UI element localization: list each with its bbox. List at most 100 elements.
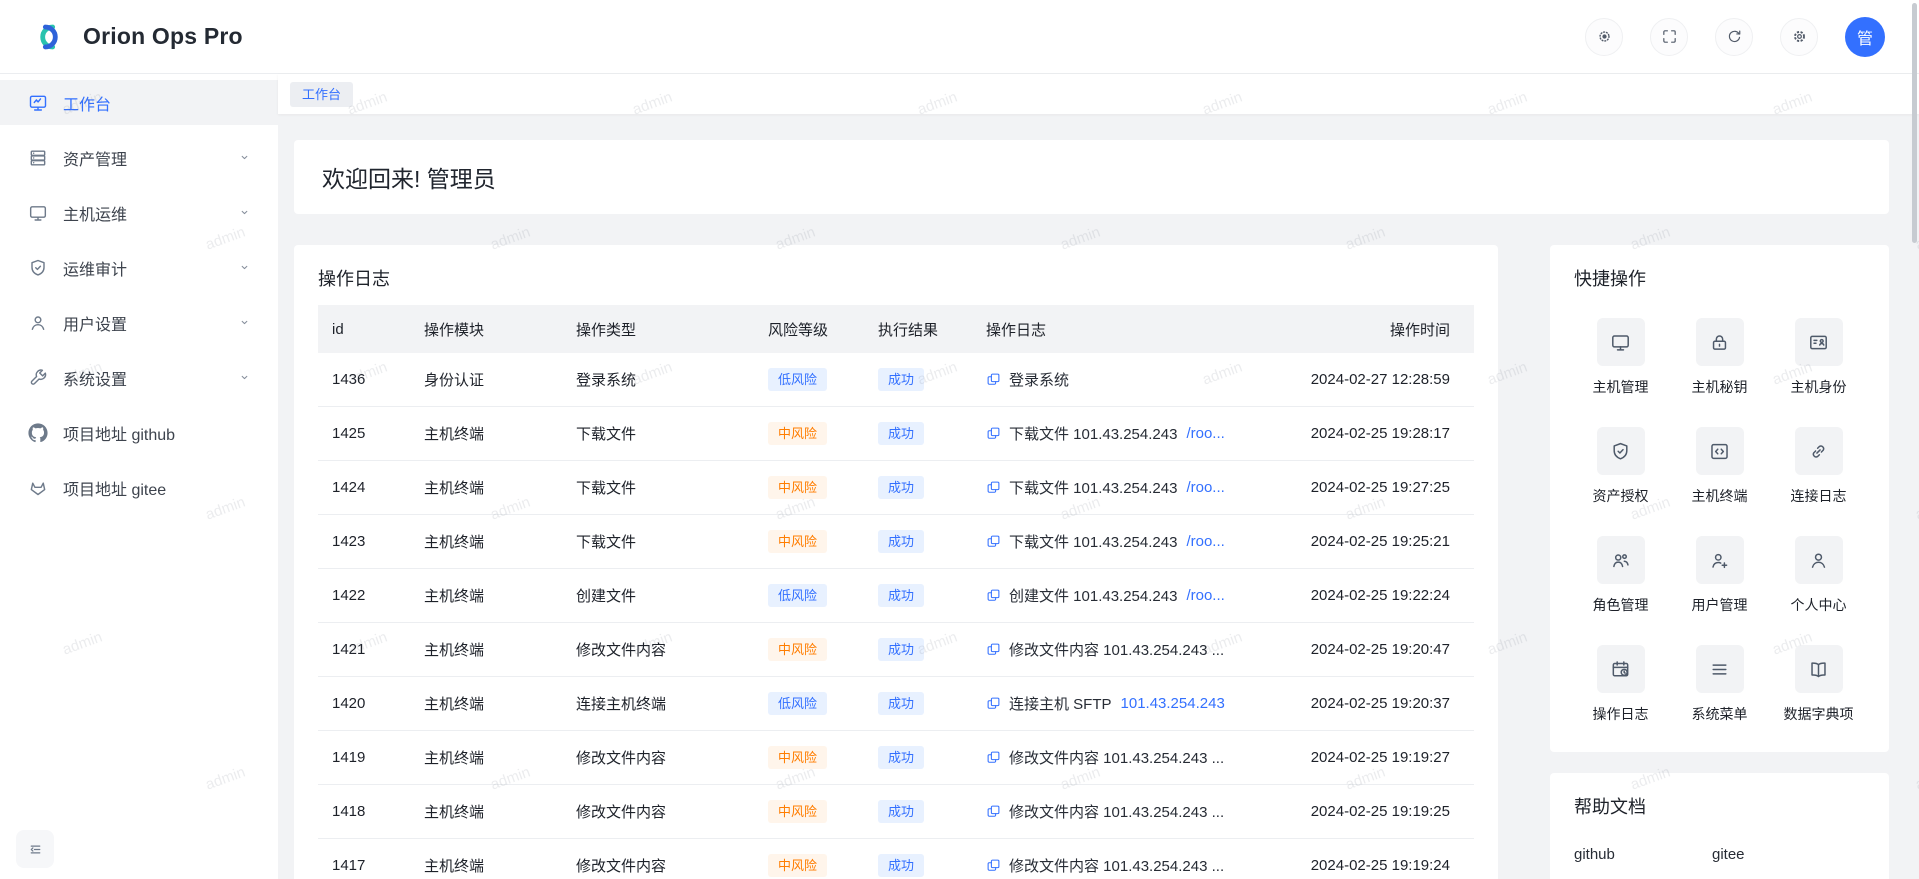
refresh-button[interactable] — [1715, 18, 1753, 56]
page-scrollbar[interactable] — [1912, 3, 1917, 243]
quick-action-person[interactable]: 个人中心 — [1791, 536, 1847, 615]
quick-actions-title: 快捷操作 — [1574, 265, 1865, 291]
cell-type: 登录系统 — [562, 369, 754, 390]
log-link[interactable]: /roo... — [1186, 587, 1224, 604]
risk-badge: 低风险 — [768, 692, 827, 715]
shield-icon — [1610, 441, 1631, 462]
cell-result: 成功 — [864, 638, 972, 661]
log-link[interactable]: /roo... — [1186, 533, 1224, 550]
log-link[interactable]: /roo... — [1186, 479, 1224, 496]
cell-time: 2024-02-25 19:28:17 — [1284, 425, 1474, 442]
cell-type: 修改文件内容 — [562, 639, 754, 660]
sidebar-item-host[interactable]: 主机运维 — [0, 190, 278, 235]
quick-action-monitor[interactable]: 主机管理 — [1593, 318, 1649, 397]
quick-action-label: 角色管理 — [1593, 595, 1649, 615]
audit-icon — [28, 258, 48, 278]
sidebar-item-dashboard[interactable]: 工作台 — [0, 80, 278, 125]
chevron-down-icon — [237, 205, 252, 220]
quick-action-calendar[interactable]: 操作日志 — [1593, 645, 1649, 724]
quick-action-idcard[interactable]: 主机身份 — [1791, 318, 1847, 397]
quick-action-label: 用户管理 — [1692, 595, 1748, 615]
copy-icon[interactable] — [986, 426, 1001, 441]
log-text: 下载文件 101.43.254.243 — [1009, 477, 1177, 498]
cell-risk: 中风险 — [754, 530, 864, 553]
log-link[interactable]: 101.43.254.243 — [1121, 695, 1225, 712]
copy-icon[interactable] — [986, 858, 1001, 873]
sidebar-item-github[interactable]: 项目地址 github — [0, 410, 278, 455]
cell-result: 成功 — [864, 584, 972, 607]
sidebar-item-label: 资产管理 — [63, 146, 222, 170]
wrench-icon — [28, 368, 48, 388]
cell-time: 2024-02-25 19:19:25 — [1284, 803, 1474, 820]
log-text: 登录系统 — [1009, 369, 1069, 390]
user-avatar[interactable]: 管 — [1845, 17, 1885, 57]
menu-icon-tile — [1696, 645, 1744, 693]
cell-id: 1417 — [318, 857, 410, 874]
quick-action-lock[interactable]: 主机秘钥 — [1692, 318, 1748, 397]
log-text: 连接主机 SFTP — [1009, 693, 1112, 714]
cell-id: 1422 — [318, 587, 410, 604]
cell-result: 成功 — [864, 854, 972, 877]
tab-workbench[interactable]: 工作台 — [290, 82, 353, 107]
settings-button[interactable] — [1780, 18, 1818, 56]
host-icon — [28, 203, 48, 223]
chevron-down-icon — [237, 315, 252, 330]
cell-time: 2024-02-25 19:19:24 — [1284, 857, 1474, 874]
chevron-down-icon — [237, 150, 252, 165]
cell-result: 成功 — [864, 530, 972, 553]
terminal-icon-tile — [1696, 427, 1744, 475]
team-icon-tile — [1597, 536, 1645, 584]
quick-action-team[interactable]: 角色管理 — [1593, 536, 1649, 615]
quick-action-label: 个人中心 — [1791, 595, 1847, 615]
copy-icon[interactable] — [986, 642, 1001, 657]
log-text: 下载文件 101.43.254.243 — [1009, 423, 1177, 444]
table-row: 1425主机终端下载文件中风险成功下载文件 101.43.254.243/roo… — [318, 407, 1474, 461]
sidebar-collapse-button[interactable] — [16, 830, 54, 868]
quick-action-label: 操作日志 — [1593, 704, 1649, 724]
cell-id: 1425 — [318, 425, 410, 442]
person-icon-tile — [1795, 536, 1843, 584]
cell-risk: 中风险 — [754, 746, 864, 769]
result-badge: 成功 — [878, 368, 924, 391]
shield-icon-tile — [1597, 427, 1645, 475]
cell-time: 2024-02-25 19:19:27 — [1284, 749, 1474, 766]
quick-action-shield[interactable]: 资产授权 — [1593, 427, 1649, 506]
dashboard-icon — [28, 93, 48, 113]
lock-icon — [1709, 332, 1730, 353]
log-link[interactable]: /roo... — [1186, 425, 1224, 442]
risk-badge: 中风险 — [768, 746, 827, 769]
terminal-icon — [1709, 441, 1730, 462]
copy-icon[interactable] — [986, 750, 1001, 765]
copy-icon[interactable] — [986, 804, 1001, 819]
sidebar-item-audit[interactable]: 运维审计 — [0, 245, 278, 290]
help-link-gitee[interactable]: gitee — [1712, 846, 1850, 863]
sidebar-item-user[interactable]: 用户设置 — [0, 300, 278, 345]
quick-action-terminal[interactable]: 主机终端 — [1692, 427, 1748, 506]
copy-icon[interactable] — [986, 372, 1001, 387]
sidebar-item-gitee[interactable]: 项目地址 gitee — [0, 465, 278, 510]
link-icon — [1808, 441, 1829, 462]
calendar-icon-tile — [1597, 645, 1645, 693]
logs-table-body: 1436身份认证登录系统低风险成功登录系统2024-02-27 12:28:59… — [318, 353, 1474, 879]
quick-actions-card: 快捷操作 主机管理主机秘钥主机身份资产授权主机终端连接日志角色管理 用户管理 个人中… — [1550, 245, 1889, 752]
quick-action-book[interactable]: 数据字典项 — [1784, 645, 1854, 724]
copy-icon[interactable] — [986, 696, 1001, 711]
welcome-text: 欢迎回来! 管理员 — [322, 160, 496, 194]
quick-action-menu[interactable]: 系统菜单 — [1692, 645, 1748, 724]
logs-table-header: id操作模块操作类型风险等级执行结果操作日志操作时间 — [318, 305, 1474, 353]
cell-type: 创建文件 — [562, 585, 754, 606]
copy-icon[interactable] — [986, 534, 1001, 549]
copy-icon[interactable] — [986, 588, 1001, 603]
quick-action-useradd[interactable]: 用户管理 — [1692, 536, 1748, 615]
quick-action-link[interactable]: 连接日志 — [1791, 427, 1847, 506]
cell-id: 1424 — [318, 479, 410, 496]
help-link-github[interactable]: github — [1574, 846, 1712, 863]
tab-bar: 工作台 — [278, 74, 1919, 114]
theme-button[interactable] — [1585, 18, 1623, 56]
sidebar-item-assets[interactable]: 资产管理 — [0, 135, 278, 180]
fullscreen-button[interactable] — [1650, 18, 1688, 56]
copy-icon[interactable] — [986, 480, 1001, 495]
cell-log: 修改文件内容 101.43.254.243 ... — [972, 855, 1284, 876]
cell-module: 主机终端 — [410, 639, 562, 660]
sidebar-item-wrench[interactable]: 系统设置 — [0, 355, 278, 400]
